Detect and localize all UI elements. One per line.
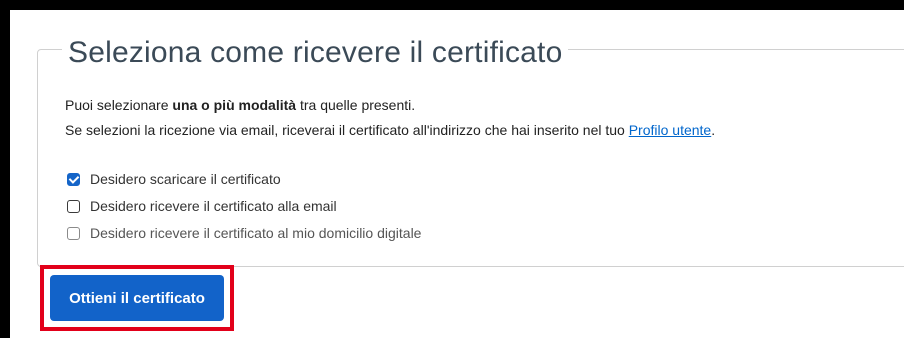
option-label: Desidero ricevere il certificato alla em… (90, 198, 337, 214)
page: Seleziona come ricevere il certificato P… (10, 10, 904, 338)
email-note: Se selezioni la ricezione via email, ric… (65, 122, 716, 138)
section-title: Seleziona come ricevere il certificato (62, 35, 569, 71)
get-certificate-button[interactable]: Ottieni il certificato (50, 275, 224, 321)
option-email[interactable]: Desidero ricevere il certificato alla em… (67, 197, 337, 215)
option-digital-domicile[interactable]: Desidero ricevere il certificato al mio … (67, 224, 421, 242)
option-label: Desidero scaricare il certificato (90, 171, 281, 187)
download-checkbox[interactable] (67, 172, 80, 186)
intro-bold: una o più modalità (172, 97, 297, 113)
option-download[interactable]: Desidero scaricare il certificato (67, 170, 281, 188)
email-checkbox[interactable] (67, 199, 80, 213)
profile-link[interactable]: Profilo utente (629, 122, 712, 138)
option-label: Desidero ricevere il certificato al mio … (90, 225, 422, 241)
intro-text: Puoi selezionare una o più modalità tra … (65, 97, 416, 113)
digital-domicile-checkbox[interactable] (67, 226, 80, 240)
